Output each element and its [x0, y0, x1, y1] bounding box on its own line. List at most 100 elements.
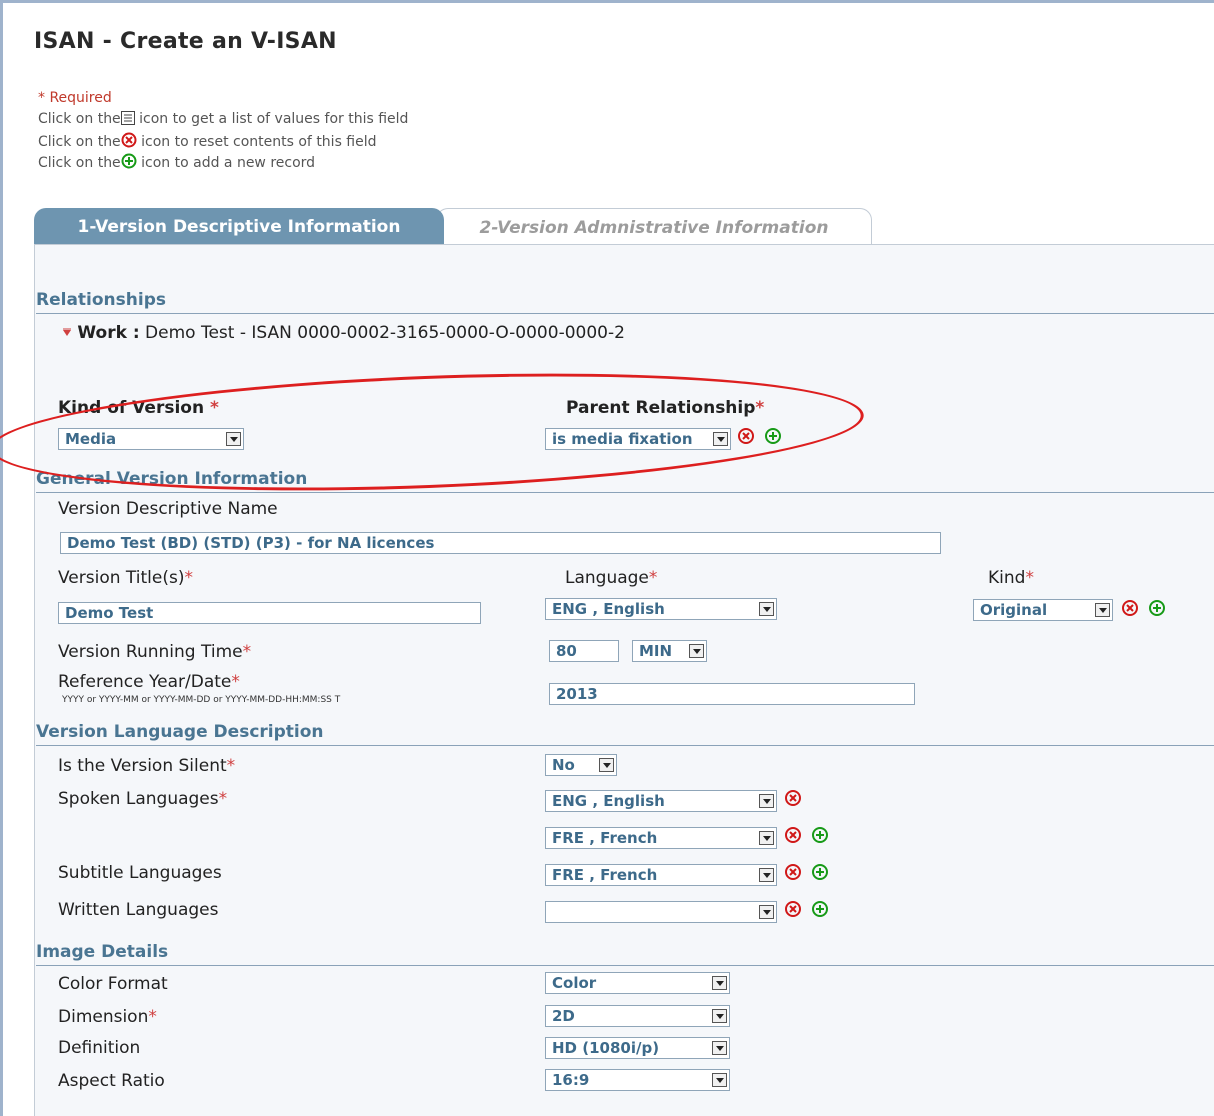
kind-of-version-value: Media	[65, 430, 117, 448]
frame-left-border	[0, 0, 3, 1116]
dropdown-arrow-icon[interactable]	[713, 432, 728, 446]
color-format-value: Color	[552, 974, 597, 992]
subtitle-languages-label: Subtitle Languages	[58, 863, 222, 883]
kind-value: Original	[980, 601, 1048, 619]
frame-top-border	[0, 0, 1214, 3]
dimension-label-text: Dimension	[58, 1007, 149, 1027]
kind-select[interactable]: Original	[973, 599, 1113, 621]
language-value: ENG , English	[552, 600, 665, 618]
version-titles-label-text: Version Title(s)	[58, 568, 185, 588]
reset-icon[interactable]	[784, 863, 802, 881]
add-icon	[121, 153, 137, 169]
reset-icon[interactable]	[784, 789, 802, 807]
reset-icon[interactable]	[1121, 599, 1139, 617]
work-value: Demo Test - ISAN 0000-0002-3165-0000-O-0…	[145, 323, 625, 343]
dropdown-arrow-icon[interactable]	[759, 905, 774, 919]
silent-select[interactable]: No	[545, 754, 617, 776]
subtitle-language-select[interactable]: FRE , French	[545, 864, 777, 886]
tab-version-descriptive-information[interactable]: 1-Version Descriptive Information	[34, 208, 444, 244]
reference-date-format-hint: YYYY or YYYY-MM or YYYY-MM-DD or YYYY-MM…	[62, 695, 341, 705]
help-list-suffix: icon to get a list of values for this fi…	[134, 111, 409, 127]
running-time-input[interactable]: 80	[549, 640, 619, 662]
dropdown-arrow-icon[interactable]	[759, 794, 774, 808]
reference-date-label: Reference Year/Date*	[58, 672, 240, 692]
parent-relationship-select[interactable]: is media fixation	[545, 428, 731, 450]
help-add: Click on the icon to add a new record	[38, 153, 315, 171]
parent-relationship-label: Parent Relationship*	[566, 398, 765, 418]
version-title-input[interactable]: Demo Test	[58, 602, 481, 624]
spoken-language-select-2[interactable]: FRE , French	[545, 827, 777, 849]
written-languages-label: Written Languages	[58, 900, 219, 920]
section-image-details: Image Details	[36, 942, 1214, 966]
language-label-text: Language	[565, 568, 649, 588]
dimension-label: Dimension*	[58, 1007, 157, 1027]
kind-of-version-select[interactable]: Media	[58, 428, 244, 450]
add-icon[interactable]	[1148, 599, 1166, 617]
aspect-ratio-label: Aspect Ratio	[58, 1071, 165, 1091]
collapse-arrow-icon[interactable]	[62, 328, 72, 338]
spoken-language-select-1[interactable]: ENG , English	[545, 790, 777, 812]
reference-date-input[interactable]: 2013	[549, 683, 915, 705]
dropdown-arrow-icon[interactable]	[1095, 603, 1110, 617]
dropdown-arrow-icon[interactable]	[759, 602, 774, 616]
definition-select[interactable]: HD (1080i/p)	[545, 1037, 730, 1059]
work-row: Work : Demo Test - ISAN 0000-0002-3165-0…	[62, 323, 625, 343]
dropdown-arrow-icon[interactable]	[712, 1009, 727, 1023]
add-icon[interactable]	[811, 826, 829, 844]
language-select[interactable]: ENG , English	[545, 598, 777, 620]
help-required: * Required	[38, 90, 112, 106]
help-reset-prefix: Click on the	[38, 134, 121, 150]
help-list: Click on the icon to get a list of value…	[38, 111, 408, 127]
dropdown-arrow-icon[interactable]	[759, 868, 774, 882]
subtitle-language-value: FRE , French	[552, 866, 658, 884]
reset-icon	[121, 132, 137, 148]
section-general-version-information: General Version Information	[36, 469, 1214, 493]
dropdown-arrow-icon[interactable]	[712, 1073, 727, 1087]
dimension-select[interactable]: 2D	[545, 1005, 730, 1027]
dropdown-arrow-icon[interactable]	[226, 432, 241, 446]
version-titles-label: Version Title(s)*	[58, 568, 193, 588]
running-time-label: Version Running Time*	[58, 642, 252, 662]
aspect-ratio-select[interactable]: 16:9	[545, 1069, 730, 1091]
version-descriptive-name-input[interactable]: Demo Test (BD) (STD) (P3) - for NA licen…	[60, 532, 941, 554]
spoken-languages-label: Spoken Languages*	[58, 789, 228, 809]
add-icon[interactable]	[811, 863, 829, 881]
dropdown-arrow-icon[interactable]	[759, 831, 774, 845]
spoken-language-value-2: FRE , French	[552, 829, 658, 847]
version-descriptive-name-label: Version Descriptive Name	[58, 499, 278, 519]
dropdown-arrow-icon[interactable]	[599, 758, 614, 772]
running-time-label-text: Version Running Time	[58, 642, 243, 662]
work-label: Work :	[77, 323, 140, 343]
section-version-language-description: Version Language Description	[36, 722, 1214, 746]
list-icon	[120, 111, 135, 125]
parent-relationship-label-text: Parent Relationship	[566, 398, 756, 418]
help-list-prefix: Click on the	[38, 111, 121, 127]
running-time-unit-select[interactable]: MIN	[632, 640, 707, 662]
add-icon[interactable]	[764, 427, 782, 445]
reset-icon[interactable]	[784, 826, 802, 844]
reset-icon[interactable]	[737, 427, 755, 445]
help-reset: Click on the icon to reset contents of t…	[38, 132, 377, 150]
definition-label: Definition	[58, 1038, 141, 1058]
language-label: Language*	[565, 568, 658, 588]
dropdown-arrow-icon[interactable]	[712, 976, 727, 990]
section-relationships: Relationships	[36, 290, 1214, 314]
add-icon[interactable]	[811, 900, 829, 918]
color-format-label: Color Format	[58, 974, 168, 994]
help-reset-suffix: icon to reset contents of this field	[136, 134, 377, 150]
silent-label-text: Is the Version Silent	[58, 756, 227, 776]
aspect-ratio-value: 16:9	[552, 1071, 590, 1089]
kind-label-text: Kind	[988, 568, 1026, 588]
written-language-select[interactable]	[545, 901, 777, 923]
help-add-prefix: Click on the	[38, 155, 121, 171]
dropdown-arrow-icon[interactable]	[712, 1041, 727, 1055]
dropdown-arrow-icon[interactable]	[689, 644, 704, 658]
silent-label: Is the Version Silent*	[58, 756, 236, 776]
help-add-suffix: icon to add a new record	[136, 155, 316, 171]
kind-of-version-label-text: Kind of Version	[58, 398, 205, 418]
kind-of-version-label: Kind of Version *	[58, 398, 219, 418]
parent-relationship-value: is media fixation	[552, 430, 693, 448]
tab-version-administrative-information[interactable]: 2-Version Admnistrative Information	[436, 208, 872, 244]
color-format-select[interactable]: Color	[545, 972, 730, 994]
reset-icon[interactable]	[784, 900, 802, 918]
